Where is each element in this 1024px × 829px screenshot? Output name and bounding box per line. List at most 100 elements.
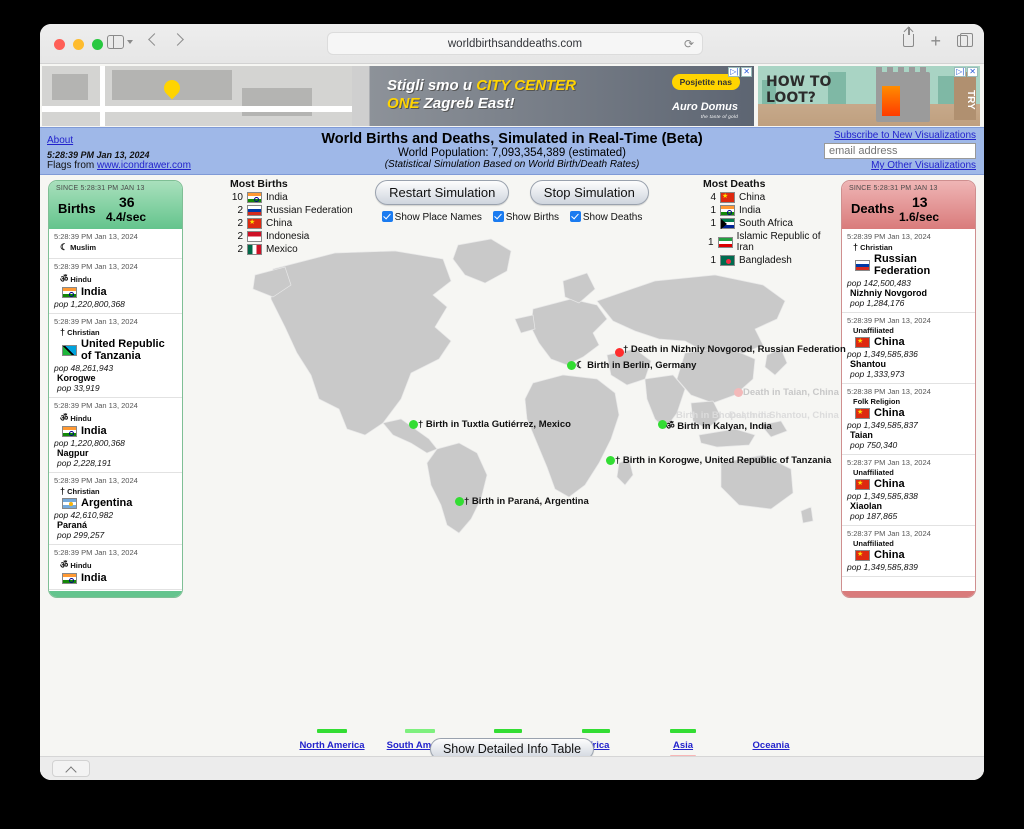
checkbox-icon[interactable] [492, 211, 504, 222]
birth-marker-icon[interactable] [409, 420, 418, 429]
country-flag-icon [855, 549, 870, 561]
event-country-population: pop 1,220,800,368 [54, 438, 125, 448]
deaths-event-list[interactable]: 5:28:39 PM Jan 13, 2024 † Christian Russia… [842, 229, 975, 591]
religion-symbol-icon: † [60, 486, 66, 496]
religion-symbol-icon: ॐ [60, 560, 69, 570]
event-country-row: China [855, 549, 970, 561]
ad-right-headline-line2: LOOT? [766, 90, 816, 106]
plus-icon[interactable]: + [930, 32, 941, 50]
event-religion: † Christian [853, 242, 893, 252]
event-country-row: India [62, 572, 177, 584]
window-traffic-lights[interactable] [54, 39, 103, 50]
ad-close-icon[interactable]: ✕ [967, 67, 978, 77]
event-city: Shantou [850, 359, 886, 369]
event-country-row: China [855, 478, 970, 490]
ad-left-line1-highlight: CITY CENTER [476, 77, 576, 94]
adchoices-right[interactable]: ▷| ✕ [954, 67, 978, 77]
event-country-population: pop 48,261,943 [54, 363, 114, 373]
show-deaths-label: Show Deaths [582, 212, 643, 223]
header-right: Subscribe to New Visualizations My Other… [791, 130, 976, 171]
event-country: China [874, 407, 905, 419]
main-body: SINCE 5:28:31 PM JAN 13 Births 36 4.4/se… [40, 175, 984, 775]
event-country: China [874, 549, 905, 561]
event-city: Korogwe [57, 373, 96, 383]
expand-chevron-button[interactable] [52, 760, 90, 777]
event-city-population: pop 299,257 [57, 530, 105, 540]
event-time: 5:28:39 PM Jan 13, 2024 [54, 401, 138, 410]
ad-left-line2-highlight: ONE [387, 95, 420, 112]
births-event-list[interactable]: 5:28:39 PM Jan 13, 2024 ☾ Muslim 5:28:39 P… [49, 229, 182, 591]
ad-banner-right[interactable]: HOW TO LOOT? TRY ▷| ✕ [758, 66, 980, 126]
site-header: About 5:28:39 PM Jan 13, 2024 Flags from… [40, 127, 984, 175]
nav-buttons[interactable] [148, 33, 184, 46]
sidebar-toggle-button[interactable] [107, 35, 133, 49]
maximize-window-button[interactable] [92, 39, 103, 50]
show-place-names-checkbox[interactable]: Show Place Names [381, 211, 482, 223]
titlebar-right-buttons[interactable]: + [903, 27, 973, 50]
map-marker-label: Death in Taian, China [743, 387, 839, 398]
icondrawer-link[interactable]: www.icondrawer.com [97, 160, 191, 171]
birth-marker-icon[interactable] [606, 456, 615, 465]
event-country: India [81, 425, 107, 437]
sidebar-icon [107, 35, 124, 49]
screen: worldbirthsanddeaths.com ⟳ + Stigli smo … [0, 0, 1024, 829]
birth-marker-icon[interactable] [567, 361, 576, 370]
show-place-names-label: Show Place Names [394, 212, 482, 223]
close-window-button[interactable] [54, 39, 65, 50]
adchoices-left[interactable]: ▷| ✕ [728, 67, 752, 77]
world-map-svg [252, 238, 814, 534]
header-timestamp: 5:28:39 PM Jan 13, 2024 [47, 150, 150, 160]
event-city-population: pop 750,340 [850, 440, 898, 450]
country-flag-icon [855, 336, 870, 348]
ad-banner-left[interactable]: Stigli smo u CITY CENTER ONE Zagreb East… [42, 66, 754, 126]
subscribe-link[interactable]: Subscribe to New Visualizations [791, 130, 976, 141]
birth-marker-icon[interactable] [455, 497, 464, 506]
other-visualizations-link[interactable]: My Other Visualizations [791, 160, 976, 171]
about-link[interactable]: About [47, 135, 73, 146]
event-religion: Unaffiliated [853, 468, 894, 477]
show-births-checkbox[interactable]: Show Births [492, 211, 559, 223]
event-item: 5:28:37 PM Jan 13, 2024UnaffiliatedChina… [842, 455, 975, 526]
ad-fire-graphic [882, 86, 900, 116]
event-city-population: pop 1,284,176 [850, 298, 905, 308]
reload-icon[interactable]: ⟳ [684, 37, 694, 51]
tabs-icon[interactable] [957, 32, 973, 47]
browser-titlebar: worldbirthsanddeaths.com ⟳ + [40, 24, 984, 64]
births-panel: SINCE 5:28:31 PM JAN 13 Births 36 4.4/se… [48, 180, 183, 598]
faded-death-marker-icon[interactable] [734, 388, 743, 397]
deaths-panel: SINCE 5:28:31 PM JAN 13 Deaths 13 1.6/se… [841, 180, 976, 598]
ad-row: Stigli smo u CITY CENTER ONE Zagreb East… [40, 64, 984, 127]
ad-right-cta-button[interactable]: TRY [954, 72, 976, 120]
event-city-population: pop 2,228,191 [57, 458, 112, 468]
adchoices-icon[interactable]: ▷| [954, 67, 967, 77]
event-country: Argentina [81, 497, 133, 509]
adchoices-icon[interactable]: ▷| [728, 67, 741, 77]
event-religion: Folk Religion [853, 397, 901, 406]
simulation-controls: Restart Simulation Stop Simulation Show … [40, 180, 984, 223]
event-country-population: pop 1,349,585,836 [847, 349, 918, 359]
event-country: China [874, 336, 905, 348]
religion-symbol-icon: ☾ [60, 242, 69, 252]
page-content: Stigli smo u CITY CENTER ONE Zagreb East… [40, 64, 984, 780]
forward-arrow-icon[interactable] [171, 33, 184, 46]
ad-close-icon[interactable]: ✕ [741, 67, 752, 77]
country-flag-icon [855, 478, 870, 490]
event-country-row: Argentina [62, 497, 177, 509]
address-bar[interactable]: worldbirthsanddeaths.com ⟳ [327, 32, 703, 55]
back-arrow-icon[interactable] [148, 33, 161, 46]
minimize-window-button[interactable] [73, 39, 84, 50]
checkbox-icon[interactable] [381, 211, 393, 222]
email-input[interactable] [824, 143, 976, 159]
flags-credit: Flags from www.icondrawer.com [47, 160, 191, 171]
share-icon[interactable] [903, 27, 915, 47]
country-flag-icon [855, 259, 870, 271]
world-map[interactable]: † Death in Nizhniy Novgorod, Russian Fed… [215, 223, 846, 543]
event-time: 5:28:39 PM Jan 13, 2024 [54, 262, 138, 271]
event-religion: Unaffiliated [853, 326, 894, 335]
event-country-row: India [62, 286, 177, 298]
checkbox-icon[interactable] [569, 211, 581, 222]
religion-symbol-icon: † [60, 327, 66, 337]
stop-simulation-button[interactable]: Stop Simulation [529, 180, 649, 205]
restart-simulation-button[interactable]: Restart Simulation [375, 180, 510, 205]
show-deaths-checkbox[interactable]: Show Deaths [569, 211, 643, 223]
